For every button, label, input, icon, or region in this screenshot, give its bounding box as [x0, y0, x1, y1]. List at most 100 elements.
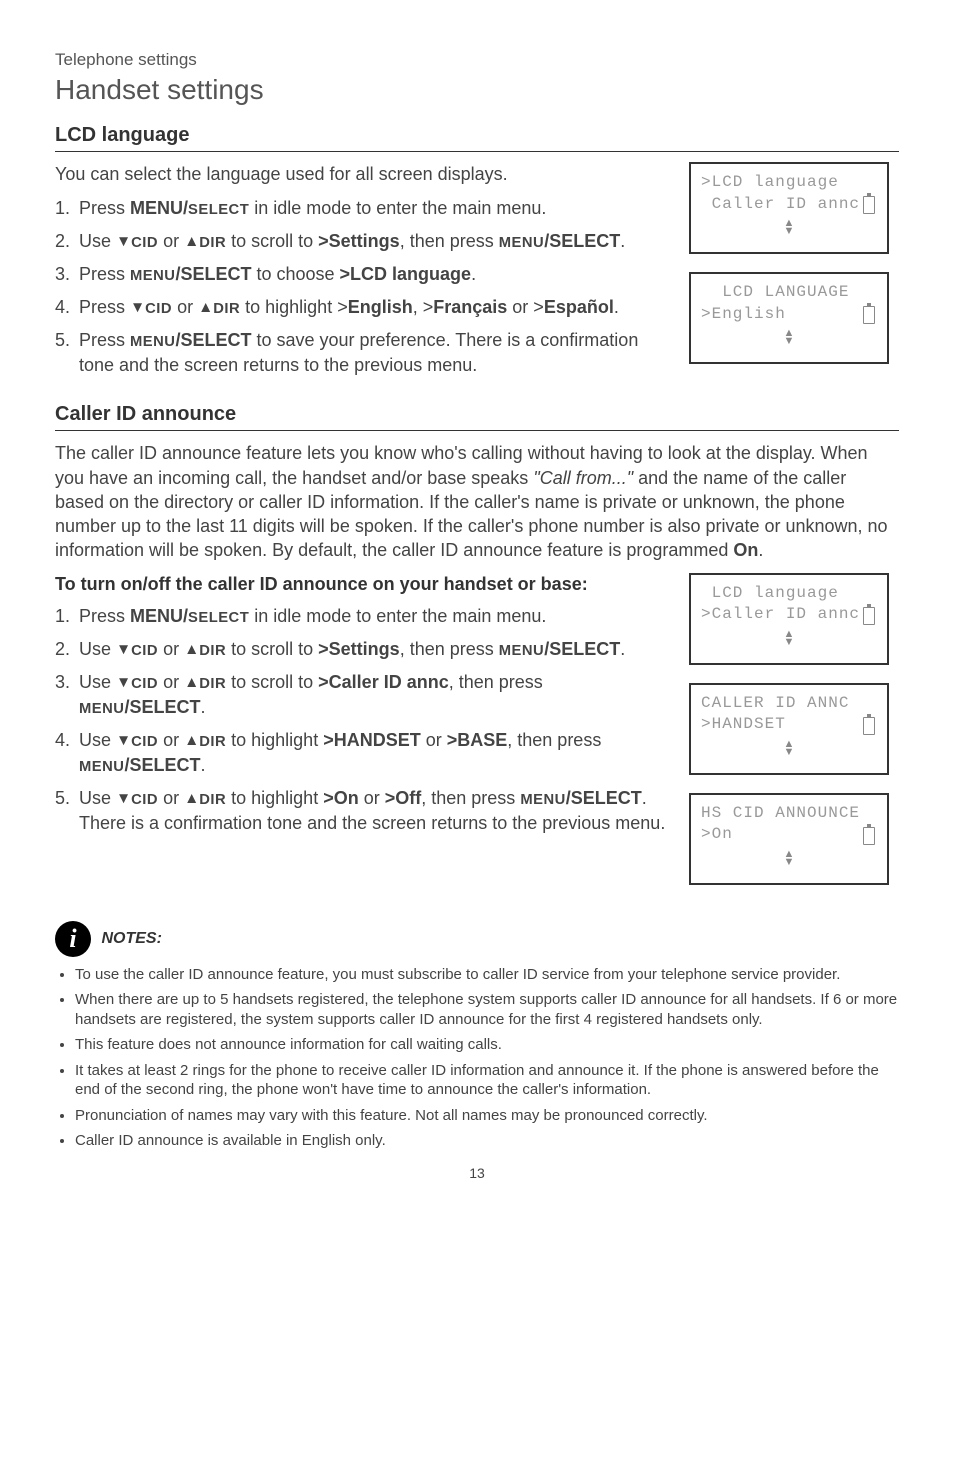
- header-title: Handset settings: [55, 74, 899, 106]
- text: MENU: [79, 759, 124, 775]
- lcd-screen: >LCD language Caller ID annc ▲▼: [689, 162, 889, 254]
- text: or: [158, 788, 184, 808]
- text: to scroll to: [226, 672, 318, 692]
- text: >HANDSET: [323, 730, 421, 750]
- updown-icon: ▲▼: [784, 329, 795, 345]
- text: .: [200, 755, 205, 775]
- text: DIR: [199, 676, 226, 692]
- text: or: [421, 730, 447, 750]
- text: CID: [145, 301, 172, 317]
- step: Use ▼CID or ▲DIR to highlight >On or >Of…: [55, 786, 671, 835]
- text: .: [620, 231, 625, 251]
- lcd-line: CALLER ID ANNC: [701, 693, 877, 715]
- lcd-line: >On: [701, 824, 877, 846]
- text: , then press: [400, 231, 499, 251]
- step: Use ▼CID or ▲DIR to scroll to >Caller ID…: [55, 670, 671, 720]
- text: /SELECT: [124, 755, 200, 775]
- step: Press MENU/SELECT to save your preferenc…: [55, 328, 671, 377]
- list-item: When there are up to 5 handsets register…: [75, 990, 899, 1029]
- text: Use: [79, 639, 116, 659]
- up-arrow-icon: ▲: [184, 640, 199, 661]
- text: >LCD language: [340, 264, 472, 284]
- lcd-line: LCD LANGUAGE: [701, 282, 877, 304]
- list-item: Pronunciation of names may vary with thi…: [75, 1106, 899, 1126]
- text: , >: [413, 297, 434, 317]
- text: CID: [131, 643, 158, 659]
- down-arrow-icon: ▼: [116, 731, 131, 752]
- text: Press: [79, 606, 130, 626]
- step: Use ▼CID or ▲DIR to highlight >HANDSET o…: [55, 728, 671, 778]
- text: in idle mode to enter the main menu.: [249, 606, 546, 626]
- step: Press MENU/SELECT to choose >LCD languag…: [55, 262, 671, 287]
- lcd-screen: HS CID ANNOUNCE >On ▲▼: [689, 793, 889, 885]
- notes-header: i NOTES:: [55, 921, 899, 957]
- battery-icon: [863, 196, 875, 214]
- text: Français: [433, 297, 507, 317]
- text: DIR: [199, 792, 226, 808]
- text: /SELECT: [544, 231, 620, 251]
- section2-steps: Press MENU/SELECT in idle mode to enter …: [55, 604, 671, 835]
- divider: [55, 430, 899, 431]
- text: English: [348, 297, 413, 317]
- text: MENU: [130, 268, 175, 284]
- section2-heading: Caller ID announce: [55, 403, 899, 426]
- text: to highlight >: [240, 297, 348, 317]
- updown-icon: ▲▼: [784, 850, 795, 866]
- text: Use: [79, 231, 116, 251]
- text: .: [620, 639, 625, 659]
- up-arrow-icon: ▲: [184, 731, 199, 752]
- down-arrow-icon: ▼: [116, 673, 131, 694]
- text: , then press: [400, 639, 499, 659]
- lcd-line: >LCD language: [701, 172, 877, 194]
- text: /SELECT: [544, 639, 620, 659]
- text: MENU/: [130, 198, 188, 218]
- text: or: [158, 639, 184, 659]
- text: SELECT: [188, 202, 249, 218]
- up-arrow-icon: ▲: [184, 789, 199, 810]
- text: MENU: [520, 792, 565, 808]
- lcd-line: >English: [701, 304, 877, 326]
- text: MENU: [130, 334, 175, 350]
- up-arrow-icon: ▲: [198, 298, 213, 319]
- text: , then press: [449, 672, 543, 692]
- text: On: [733, 540, 758, 560]
- down-arrow-icon: ▼: [116, 789, 131, 810]
- text: .: [471, 264, 476, 284]
- text: .: [614, 297, 619, 317]
- text: .: [758, 540, 763, 560]
- text: in idle mode to enter the main menu.: [249, 198, 546, 218]
- text: to scroll to: [226, 639, 318, 659]
- battery-icon: [863, 306, 875, 324]
- text: or: [158, 231, 184, 251]
- down-arrow-icon: ▼: [116, 640, 131, 661]
- text: CID: [131, 792, 158, 808]
- page-number: 13: [55, 1165, 899, 1181]
- lcd-line: LCD language: [701, 583, 877, 605]
- text: DIR: [199, 643, 226, 659]
- text: >Settings: [318, 639, 400, 659]
- text: MENU/SELECT: [130, 198, 249, 218]
- lcd-screen: CALLER ID ANNC >HANDSET ▲▼: [689, 683, 889, 775]
- text: , then press: [421, 788, 520, 808]
- text: CID: [131, 235, 158, 251]
- step: Use ▼CID or ▲DIR to scroll to >Settings,…: [55, 229, 671, 254]
- battery-icon: [863, 607, 875, 625]
- text: DIR: [213, 301, 240, 317]
- step: Press ▼CID or ▲DIR to highlight >English…: [55, 295, 671, 320]
- battery-icon: [863, 827, 875, 845]
- text: MENU: [499, 643, 544, 659]
- up-arrow-icon: ▲: [184, 673, 199, 694]
- section1-steps: Press MENU/SELECT in idle mode to enter …: [55, 196, 671, 377]
- text: to scroll to: [226, 231, 318, 251]
- text: to highlight: [226, 730, 323, 750]
- lcd-line: HS CID ANNOUNCE: [701, 803, 877, 825]
- lcd-line: >HANDSET: [701, 714, 877, 736]
- section2-para: The caller ID announce feature lets you …: [55, 441, 899, 562]
- text: >BASE: [447, 730, 508, 750]
- text: CID: [131, 676, 158, 692]
- lcd-line: >Caller ID annc: [701, 604, 877, 626]
- text: DIR: [199, 235, 226, 251]
- text: or: [172, 297, 198, 317]
- text: >Off: [385, 788, 422, 808]
- list-item: This feature does not announce informati…: [75, 1035, 899, 1055]
